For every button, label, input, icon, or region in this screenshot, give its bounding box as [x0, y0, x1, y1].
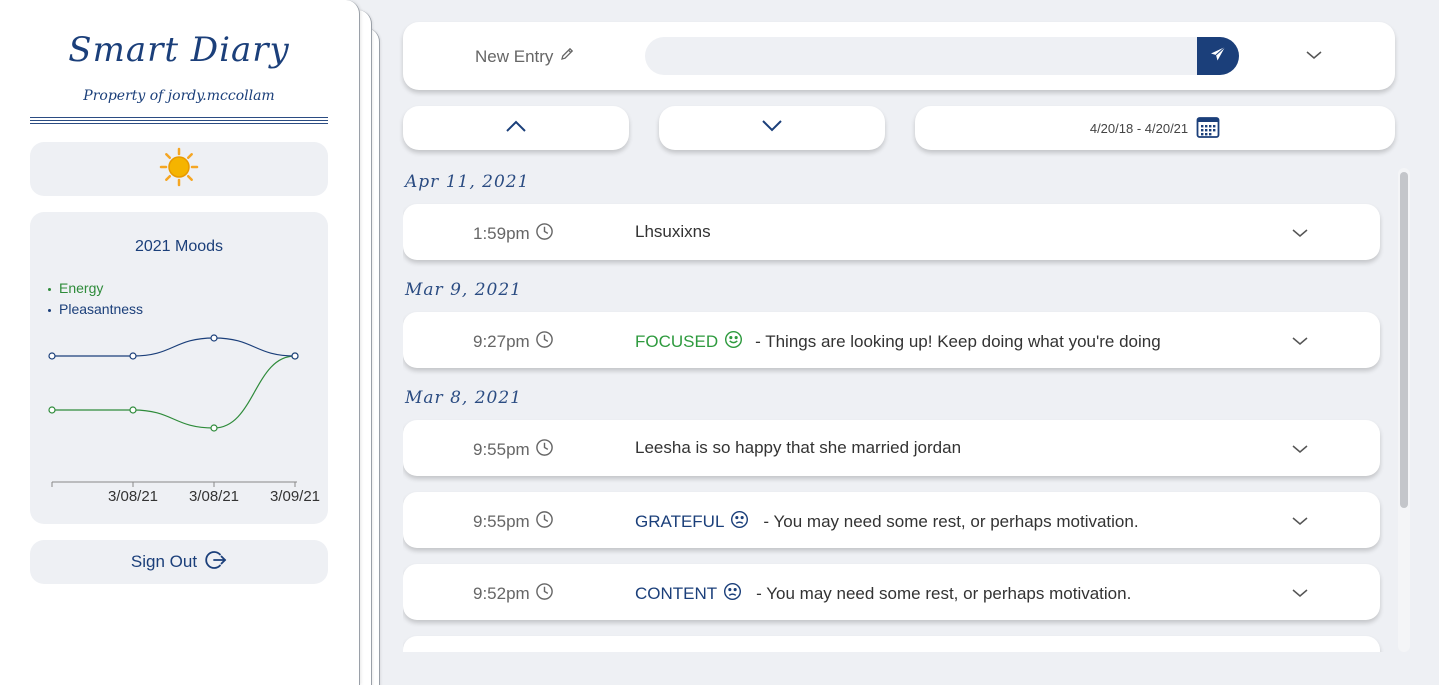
date-heading: Apr 11, 2021 — [405, 172, 530, 192]
sign-out-icon — [205, 549, 227, 576]
entry-time: 9:27pm — [473, 330, 554, 354]
weather-card — [30, 142, 328, 196]
chevron-down-icon[interactable] — [1305, 48, 1323, 66]
divider — [30, 120, 328, 121]
clock-icon — [535, 582, 554, 606]
list-item[interactable]: 1:59pm Lhsuxixns — [403, 204, 1380, 260]
list-item[interactable]: 9:55pm Leesha is so happy that she marri… — [403, 420, 1380, 476]
chevron-up-icon — [505, 119, 527, 138]
clock-icon — [535, 222, 554, 246]
entry-text: CONTENT - You may need some rest, or per… — [635, 582, 1131, 606]
data-point — [48, 352, 56, 360]
date-range-picker[interactable]: 4/20/18 - 4/20/21 — [915, 106, 1395, 150]
chevron-down-icon — [761, 119, 783, 138]
date-heading: Mar 9, 2021 — [405, 280, 522, 300]
sign-out-button[interactable]: Sign Out — [30, 540, 328, 584]
frown-icon — [723, 582, 742, 606]
chevron-down-icon[interactable] — [1291, 586, 1309, 604]
clock-icon — [535, 330, 554, 354]
date-range-label: 4/20/18 - 4/20/21 — [1089, 120, 1189, 136]
data-point — [129, 352, 137, 360]
new-entry-input[interactable] — [645, 37, 1239, 75]
x-tick-label: 3/09/21 — [270, 488, 320, 505]
divider — [30, 117, 328, 118]
clock-icon — [535, 510, 554, 534]
entry-text: FOCUSED - Things are looking up! Keep do… — [635, 330, 1161, 354]
entries-list: Apr 11, 2021 1:59pm Lhsuxixns Mar 9, 202… — [403, 168, 1411, 652]
new-entry-label: New Entry — [475, 46, 575, 67]
pencil-icon — [559, 46, 575, 67]
mood-chart-card: 2021 Moods Energy Pleasantness 3/08/21 3/… — [30, 212, 328, 524]
mood-label: FOCUSED — [635, 332, 719, 351]
paper-plane-icon — [1209, 45, 1227, 68]
mood-label: CONTENT — [635, 584, 718, 603]
list-item[interactable]: 9:55pm GRATEFUL - You may need some rest… — [403, 492, 1380, 548]
new-entry-bar: New Entry — [403, 22, 1395, 90]
scroll-down-button[interactable] — [659, 106, 885, 150]
entry-time: 9:55pm — [473, 438, 554, 462]
owner-label: Property of jordy.mccollam — [83, 88, 275, 104]
scrollbar[interactable] — [1398, 168, 1410, 652]
series-line-energy — [51, 355, 296, 429]
chevron-down-icon[interactable] — [1291, 442, 1309, 460]
data-point — [48, 406, 56, 414]
list-item[interactable]: 9:27pm FOCUSED - Things are looking up! … — [403, 312, 1380, 368]
entry-time: 9:52pm — [473, 582, 554, 606]
entry-text: GRATEFUL - You may need some rest, or pe… — [635, 510, 1139, 534]
x-tick-label: 3/08/21 — [189, 488, 239, 505]
scroll-up-button[interactable] — [403, 106, 629, 150]
chevron-down-icon[interactable] — [1291, 334, 1309, 352]
entry-text: Lhsuxixns — [635, 222, 711, 241]
list-item[interactable]: 9:52pm CONTENT - You may need some rest,… — [403, 564, 1380, 620]
frown-icon — [730, 510, 749, 534]
date-heading: Mar 8, 2021 — [405, 388, 522, 408]
data-point — [210, 424, 218, 432]
calendar-icon[interactable] — [1196, 115, 1220, 142]
sun-icon — [159, 147, 199, 192]
scrollbar-thumb[interactable] — [1400, 172, 1408, 508]
entry-time: 1:59pm — [473, 222, 554, 246]
chevron-down-icon[interactable] — [1291, 226, 1309, 244]
chart-title: 2021 Moods — [134, 238, 224, 255]
data-point — [129, 406, 137, 414]
sidebar: Smart Diary Property of jordy.mccollam 2… — [0, 0, 360, 685]
smile-icon — [724, 330, 743, 354]
entry-time: 9:55pm — [473, 510, 554, 534]
sign-out-label: Sign Out — [130, 552, 198, 571]
legend-entry-energy: Energy — [48, 278, 143, 299]
data-point — [291, 352, 299, 360]
x-tick-label: 3/08/21 — [108, 488, 158, 505]
series-line-pleasantness — [51, 337, 296, 357]
data-point — [210, 334, 218, 342]
app-title: Smart Diary — [68, 30, 290, 70]
mood-label: GRATEFUL — [635, 512, 725, 531]
divider — [30, 123, 328, 124]
send-button[interactable] — [1197, 37, 1239, 75]
entry-text: Leesha is so happy that she married jord… — [635, 438, 962, 457]
chevron-down-icon[interactable] — [1291, 514, 1309, 532]
mood-line-chart: 3/08/21 3/08/21 3/09/21 — [48, 334, 320, 505]
list-item[interactable] — [403, 636, 1380, 652]
clock-icon — [535, 438, 554, 462]
